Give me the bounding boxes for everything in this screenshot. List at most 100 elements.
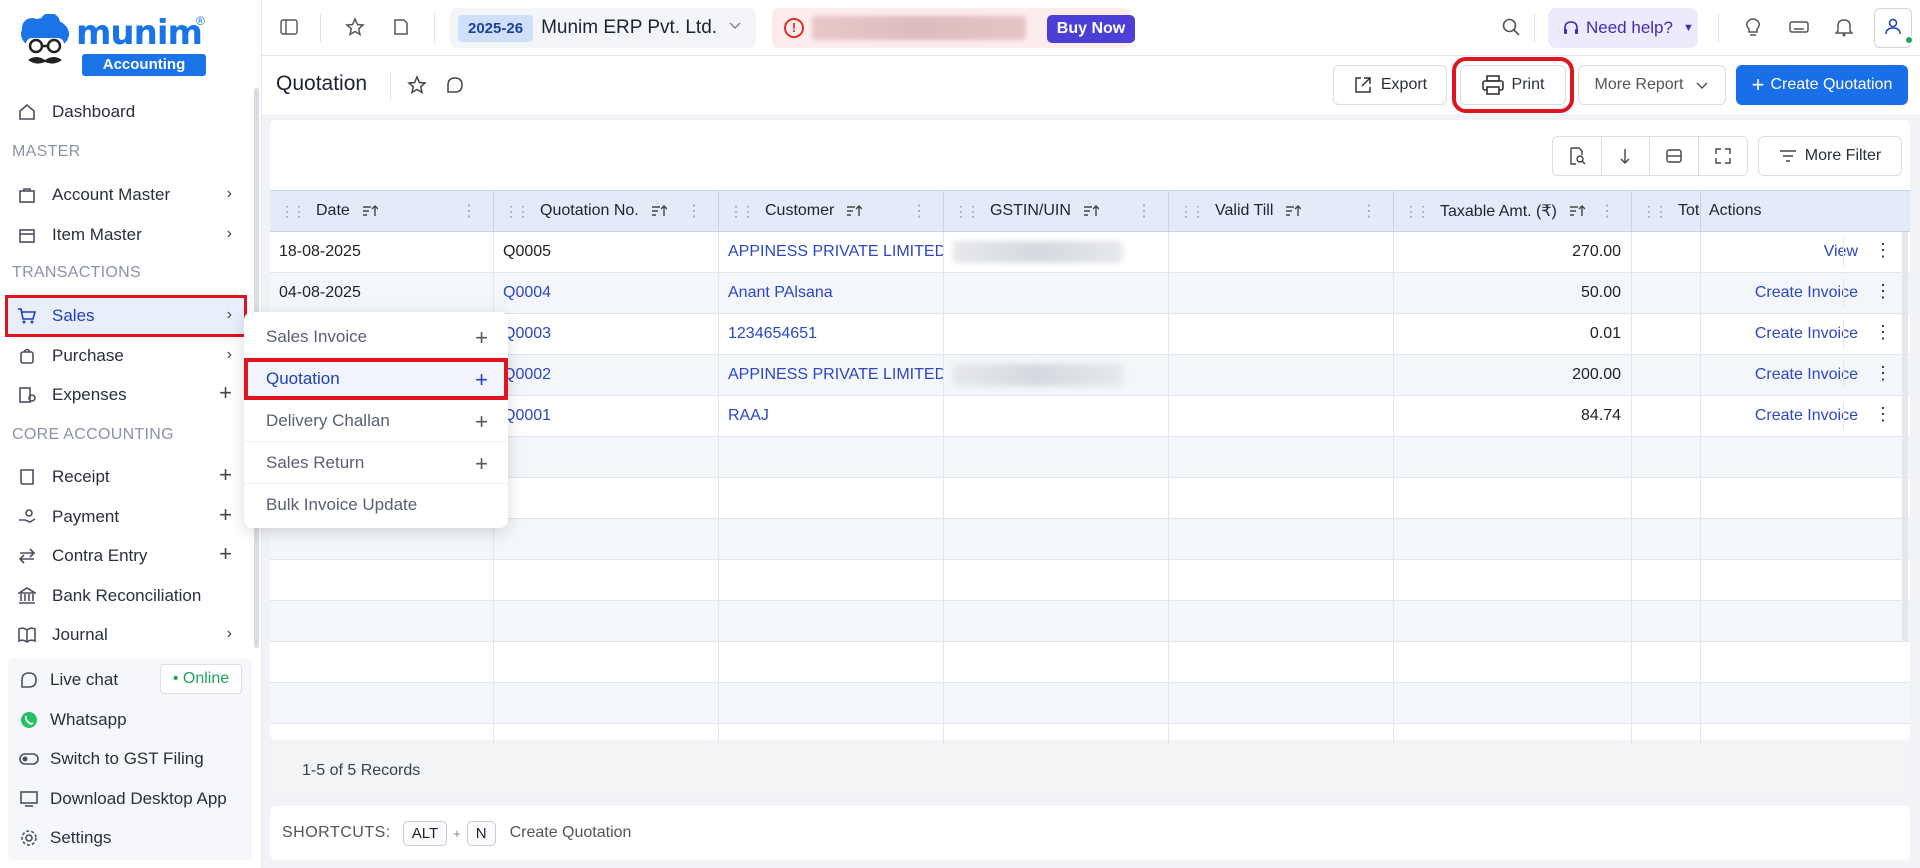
column-menu-icon[interactable]: ⋮ [1361, 201, 1377, 221]
sidebar-item-contra-entry[interactable]: Contra Entry + [8, 538, 244, 574]
row-menu-icon[interactable]: ⋮ [1874, 322, 1892, 343]
notification-bell-icon[interactable] [1831, 14, 1857, 40]
buy-now-button[interactable]: Buy Now [1047, 15, 1135, 43]
star-icon[interactable] [342, 14, 368, 40]
drag-handle-icon[interactable]: ⋮⋮ [729, 203, 755, 220]
sort-icon[interactable] [1285, 204, 1302, 218]
sort-icon[interactable] [362, 204, 378, 218]
drag-handle-icon[interactable]: ⋮⋮ [1179, 203, 1205, 220]
column-header-gstin[interactable]: ⋮⋮ GSTIN/UIN ⋮ [944, 191, 1169, 231]
need-help-button[interactable]: Need help? ▼ [1548, 8, 1698, 48]
row-menu-icon[interactable]: ⋮ [1874, 363, 1892, 384]
sidebar-item-journal[interactable]: Journal › [8, 617, 244, 653]
cell-customer[interactable]: Anant PAlsana [719, 273, 944, 313]
sidebar-item-sales[interactable]: Sales › [5, 295, 247, 337]
column-menu-icon[interactable]: ⋮ [1136, 201, 1152, 221]
plus-icon[interactable]: + [219, 380, 232, 406]
column-header-valid-till[interactable]: ⋮⋮ Valid Till ⋮ [1169, 191, 1394, 231]
column-menu-icon[interactable]: ⋮ [686, 201, 702, 221]
more-filter-button[interactable]: More Filter [1758, 136, 1902, 176]
sidebar-item-item-master[interactable]: Item Master › [8, 217, 244, 253]
cell-quotation-no[interactable]: Q0001 [494, 396, 719, 436]
more-report-dropdown[interactable]: More Report [1578, 65, 1726, 105]
row-menu-icon[interactable]: ⋮ [1874, 404, 1892, 425]
column-menu-icon[interactable]: ⋮ [1599, 201, 1615, 221]
cell-quotation-no[interactable]: Q0002 [494, 355, 719, 395]
submenu-item-sales-return[interactable]: Sales Return + [244, 442, 508, 484]
plus-icon[interactable]: + [475, 367, 488, 393]
drag-handle-icon[interactable]: ⋮⋮ [1642, 203, 1668, 220]
column-header-date[interactable]: ⋮⋮ Date ⋮ [270, 191, 494, 231]
table-row[interactable]: 04-08-2025 Q0004 Anant PAlsana 50.00 Create … [270, 273, 1910, 314]
sort-column-icon[interactable] [1602, 137, 1650, 175]
plus-icon[interactable]: + [219, 541, 232, 567]
column-header-total[interactable]: ⋮⋮ Total [1632, 191, 1701, 231]
cell-quotation-no[interactable]: Q0004 [494, 273, 719, 313]
settings-link[interactable]: Settings [18, 820, 111, 856]
cell-customer[interactable]: APPINESS PRIVATE LIMITED [719, 355, 944, 395]
company-selector[interactable]: 2025-26 Munim ERP Pvt. Ltd. [450, 8, 756, 48]
download-desktop-app-link[interactable]: Download Desktop App [18, 781, 227, 817]
sidebar-item-purchase[interactable]: Purchase › [8, 338, 244, 374]
lightbulb-icon[interactable] [1740, 14, 1766, 40]
export-button[interactable]: Export [1333, 65, 1447, 105]
sidebar-item-receipt[interactable]: Receipt + [8, 459, 244, 495]
switch-gst-filing-link[interactable]: Switch to GST Filing [18, 741, 204, 777]
drag-handle-icon[interactable]: ⋮⋮ [504, 203, 530, 220]
table-row[interactable]: Q0001 RAAJ 84.74 Create Invoice ⋮ [270, 396, 1910, 437]
row-menu-icon[interactable]: ⋮ [1874, 240, 1892, 261]
search-icon[interactable] [1498, 14, 1524, 40]
cell-quotation-no[interactable]: Q0003 [494, 314, 719, 354]
plus-icon[interactable]: + [475, 451, 488, 477]
drag-handle-icon[interactable]: ⋮⋮ [954, 203, 980, 220]
row-density-icon[interactable] [1650, 137, 1699, 175]
notes-icon[interactable] [388, 14, 414, 40]
plus-icon[interactable]: + [219, 502, 232, 528]
plus-icon[interactable]: + [475, 325, 488, 351]
plus-icon[interactable]: + [475, 409, 488, 435]
sidebar-item-payment[interactable]: Payment + [8, 499, 244, 535]
help-chat-icon[interactable] [442, 72, 468, 98]
table-scrollbar[interactable] [1902, 232, 1908, 642]
submenu-item-sales-invoice[interactable]: Sales Invoice + [244, 316, 508, 358]
table-row[interactable]: Q0003 1234654651 0.01 Create Invoice ⋮ [270, 314, 1910, 355]
column-header-quotation-no[interactable]: ⋮⋮ Quotation No. ⋮ [494, 191, 719, 231]
sidebar-item-dashboard[interactable]: Dashboard [8, 94, 244, 130]
table-row[interactable]: Q0002 APPINESS PRIVATE LIMITED 200.00 Creat… [270, 355, 1910, 396]
sort-icon[interactable] [1083, 204, 1099, 218]
column-header-customer[interactable]: ⋮⋮ Customer ⋮ [719, 191, 944, 231]
sidebar-item-expenses[interactable]: Expenses + [8, 377, 244, 413]
search-document-icon[interactable] [1553, 137, 1602, 175]
column-menu-icon[interactable]: ⋮ [461, 201, 477, 221]
sort-icon[interactable] [651, 204, 667, 218]
submenu-item-delivery-challan[interactable]: Delivery Challan + [244, 400, 508, 442]
fullscreen-icon[interactable] [1699, 137, 1748, 175]
column-menu-icon[interactable]: ⋮ [911, 201, 927, 221]
column-label: Actions [1709, 202, 1762, 219]
favorite-star-icon[interactable] [404, 72, 430, 98]
submenu-item-bulk-invoice-update[interactable]: Bulk Invoice Update [244, 484, 508, 526]
plus-icon[interactable]: + [219, 462, 232, 488]
column-header-taxable-amt[interactable]: ⋮⋮ Taxable Amt. (₹) ⋮ [1394, 191, 1632, 231]
create-quotation-button[interactable]: + Create Quotation [1736, 65, 1908, 105]
keyboard-icon[interactable] [1786, 14, 1812, 40]
print-button[interactable]: Print [1452, 57, 1574, 113]
drag-handle-icon[interactable]: ⋮⋮ [1404, 203, 1430, 220]
submenu-item-quotation[interactable]: Quotation + [244, 358, 508, 400]
user-profile-button[interactable] [1874, 8, 1914, 48]
drag-handle-icon[interactable]: ⋮⋮ [280, 203, 306, 220]
sidebar-item-bank-reconciliation[interactable]: Bank Reconciliation [8, 578, 244, 614]
whatsapp-link[interactable]: Whatsapp [18, 702, 127, 738]
sort-icon[interactable] [1569, 204, 1585, 218]
cell-customer[interactable]: 1234654651 [719, 314, 944, 354]
cell-customer[interactable]: APPINESS PRIVATE LIMITED [719, 232, 944, 272]
collapse-sidebar-icon[interactable] [276, 14, 302, 40]
row-menu-icon[interactable]: ⋮ [1874, 281, 1892, 302]
live-chat-link[interactable]: Live chat [18, 662, 118, 698]
cell-customer[interactable]: RAAJ [719, 396, 944, 436]
sort-icon[interactable] [846, 204, 863, 218]
table-row[interactable]: 18-08-2025 Q0005 APPINESS PRIVATE LIMITED 2… [270, 232, 1910, 273]
munim-logo[interactable]: munim ® Accounting [18, 14, 208, 78]
cell-empty [1701, 642, 1910, 682]
sidebar-item-account-master[interactable]: Account Master › [8, 177, 244, 213]
